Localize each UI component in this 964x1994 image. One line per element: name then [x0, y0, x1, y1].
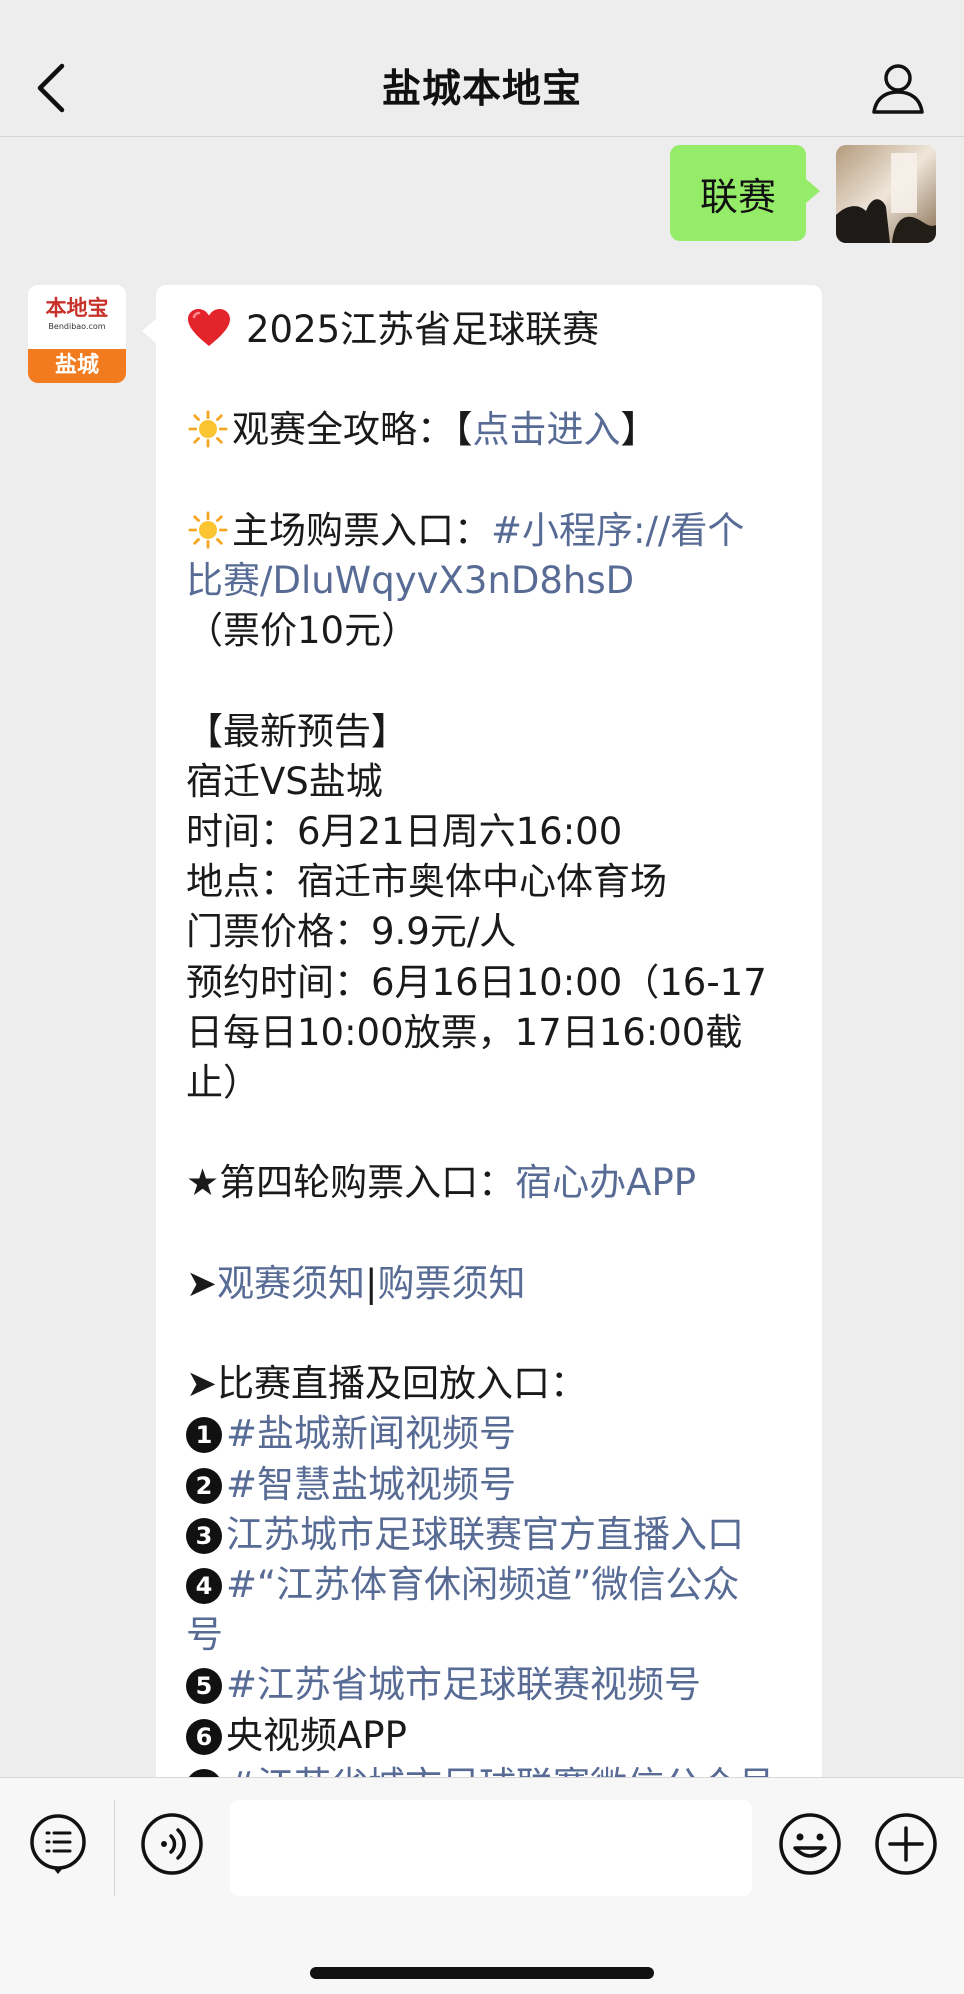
number-badge-icon: 2 — [186, 1467, 222, 1504]
live-item-link[interactable]: #盐城新闻视频号 — [226, 1412, 516, 1455]
live-item-link[interactable]: 江苏城市足球联赛官方直播入口 — [226, 1513, 744, 1556]
spectator-notice-link[interactable]: 观赛须知 — [217, 1262, 365, 1305]
red-heart-icon — [188, 309, 230, 346]
number-badge-icon: 3 — [186, 1517, 222, 1554]
guide-line: 观赛全攻略：【点击进入】 — [186, 405, 792, 455]
message-input[interactable] — [230, 1800, 752, 1896]
voice-icon[interactable] — [140, 1812, 204, 1876]
preview-heading: 【最新预告】 — [186, 709, 408, 753]
home-ticket-link-cont[interactable]: 比赛/DluWqyvX3nD8hsD — [186, 556, 792, 606]
number-badge-icon: 5 — [186, 1668, 222, 1705]
arrow-icon: ➤ — [186, 1261, 218, 1305]
guide-suffix: 】 — [620, 408, 658, 452]
number-badge-icon: 4 — [186, 1567, 222, 1604]
ticket-price: 门票价格：9.9元/人 — [186, 910, 517, 954]
avatar-city-text: 盐城 — [28, 349, 126, 383]
booking-time-2: 日每日10:00放票，17日16:00截 — [186, 1010, 743, 1054]
home-ticket-line: 主场购票入口：#小程序://看个 — [186, 506, 792, 556]
purchase-notice-link[interactable]: 购票须知 — [377, 1262, 525, 1305]
round4-line: ★第四轮购票入口：宿心办APP — [186, 1158, 792, 1208]
outgoing-message-bubble[interactable]: 联赛 — [670, 145, 821, 241]
live-item-3[interactable]: 3 江苏城市足球联赛官方直播入口 — [186, 1510, 792, 1560]
home-ticket-link[interactable]: #小程序://看个 — [491, 509, 744, 552]
live-item-6: 6 央视频APP — [186, 1711, 792, 1761]
match-title: 宿迁VS盐城 — [186, 759, 383, 803]
top-nav-bar: 盐城本地宝 — [0, 0, 964, 137]
user-avatar[interactable] — [836, 145, 936, 243]
emoji-icon[interactable] — [778, 1812, 842, 1876]
live-item-link[interactable]: #智慧盐城视频号 — [226, 1463, 516, 1506]
chat-area[interactable]: 联赛 本地宝 Bendibao.com 盐城 2025江苏省足球联赛 观赛全攻略… — [0, 137, 964, 1777]
number-badge-icon: 7 — [186, 1768, 222, 1777]
live-item-5[interactable]: 5 #江苏省城市足球联赛视频号 — [186, 1660, 792, 1710]
number-badge-icon: 1 — [186, 1417, 222, 1454]
booking-time-1: 预约时间：6月16日10:00（16-17 — [186, 960, 767, 1004]
live-item-link[interactable]: #“江苏体育休闲频道”微信公众 — [226, 1563, 739, 1606]
page-title: 盐城本地宝 — [381, 67, 582, 112]
live-item-2[interactable]: 2 #智慧盐城视频号 — [186, 1460, 792, 1510]
sun-icon — [188, 410, 228, 448]
booking-time-3: 止） — [186, 1061, 260, 1104]
input-bar-divider — [114, 1800, 115, 1896]
user-avatar-image — [836, 145, 936, 243]
home-ticket-price: （票价10元） — [186, 609, 419, 653]
avatar-url-text: Bendibao.com — [48, 322, 106, 331]
menu-list-icon[interactable] — [26, 1812, 90, 1876]
live-item-7[interactable]: 7 #江苏省城市足球联赛微信公众号 — [186, 1761, 792, 1777]
message-title-line: 2025江苏省足球联赛 — [186, 305, 792, 355]
input-bar — [0, 1777, 964, 1994]
incoming-message-bubble[interactable]: 2025江苏省足球联赛 观赛全攻略：【点击进入】 主场购票入口：#小程序://看… — [142, 285, 822, 1777]
outgoing-message-text: 联赛 — [700, 174, 777, 219]
match-venue: 地点：宿迁市奥体中心体育场 — [186, 860, 667, 904]
avatar-brand-text: 本地宝 — [45, 296, 109, 320]
round4-prefix: ★第四轮购票入口： — [186, 1161, 516, 1205]
match-time: 时间：6月21日周六16:00 — [186, 809, 623, 853]
number-badge-icon: 6 — [186, 1718, 222, 1755]
person-icon[interactable] — [870, 60, 926, 116]
sun-icon — [188, 511, 228, 549]
guide-link[interactable]: 点击进入 — [473, 408, 621, 451]
plus-icon[interactable] — [874, 1812, 938, 1876]
live-heading: ➤比赛直播及回放入口： — [186, 1362, 588, 1406]
home-ticket-prefix: 主场购票入口： — [232, 508, 491, 552]
round4-link[interactable]: 宿心办APP — [515, 1161, 696, 1204]
live-item-1[interactable]: 1 #盐城新闻视频号 — [186, 1409, 792, 1459]
message-title: 2025江苏省足球联赛 — [246, 308, 600, 351]
live-item-4-cont[interactable]: 号 — [186, 1610, 792, 1660]
live-item-4[interactable]: 4 #“江苏体育休闲频道”微信公众 — [186, 1560, 792, 1610]
home-indicator — [310, 1967, 654, 1979]
notice-line: ➤观赛须知|购票须知 — [186, 1259, 792, 1309]
live-item-link[interactable]: #江苏省城市足球联赛微信公众号 — [226, 1764, 775, 1777]
live-item-text: 央视频APP — [226, 1713, 407, 1757]
guide-prefix: 观赛全攻略：【 — [232, 408, 473, 452]
live-item-link[interactable]: #江苏省城市足球联赛视频号 — [226, 1663, 701, 1706]
notice-separator: | — [365, 1261, 378, 1305]
account-avatar[interactable]: 本地宝 Bendibao.com 盐城 — [28, 285, 126, 383]
